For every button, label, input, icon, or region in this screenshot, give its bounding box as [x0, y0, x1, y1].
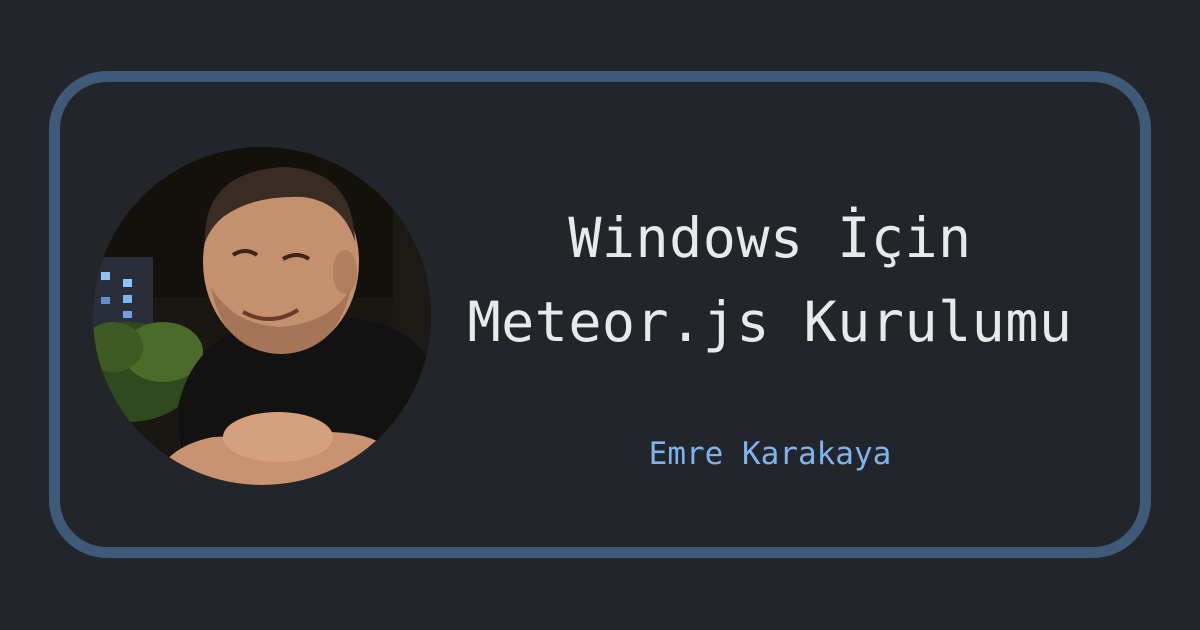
post-title: Windows İçin Meteor.js Kurulumu [430, 196, 1110, 364]
author-avatar [93, 147, 431, 485]
post-title-line-2: Meteor.js Kurulumu [467, 290, 1073, 354]
author-photo [93, 147, 431, 485]
post-title-line-1: Windows İçin [568, 206, 972, 270]
author-name: Emre Karakaya [648, 436, 892, 472]
